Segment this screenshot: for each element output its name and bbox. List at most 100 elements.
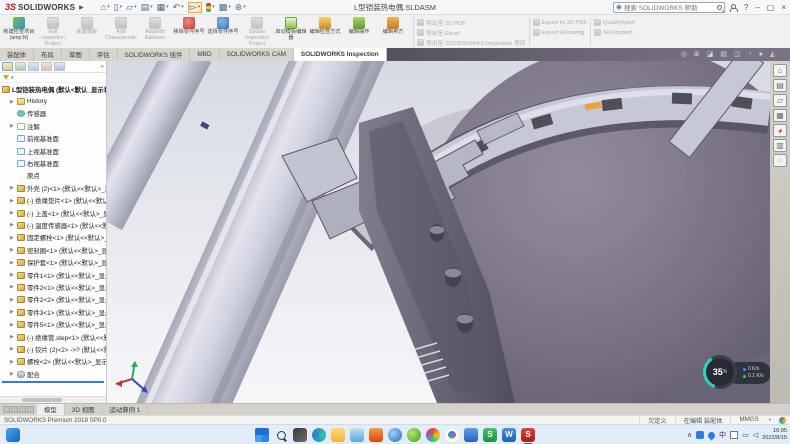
minimize-button[interactable]: – bbox=[755, 3, 759, 12]
network-monitor-overlay[interactable]: 0 K/s 0.1 K/s 35 % bbox=[703, 355, 770, 391]
volume-icon[interactable]: ◁ bbox=[753, 431, 758, 439]
solidworks-app-icon[interactable]: S bbox=[521, 428, 535, 442]
tree-node[interactable]: ▶ 零件2<2> (默认<<默认>_显示状态 bbox=[0, 294, 106, 306]
编辑检查方式[interactable]: 编辑检查方式 bbox=[308, 16, 342, 48]
tree-node[interactable]: ▶ 配合 bbox=[0, 368, 106, 380]
filter-funnel-icon[interactable] bbox=[3, 75, 9, 80]
search-magnifier-icon[interactable] bbox=[717, 5, 722, 10]
cast-display-icon[interactable]: ▭ bbox=[742, 431, 749, 439]
file-explorer-icon[interactable]: ▱ bbox=[773, 94, 787, 107]
home-icon[interactable]: ⌂▾ bbox=[101, 3, 110, 12]
help-button[interactable]: ? bbox=[744, 3, 748, 12]
expand-arrow-icon[interactable]: ▶ bbox=[10, 272, 15, 278]
menu-flyout-arrow-icon[interactable]: ▶ bbox=[79, 4, 84, 11]
display-settings-icon[interactable]: ▩▾ bbox=[219, 3, 231, 12]
feature-tree-tab[interactable] bbox=[2, 62, 13, 71]
Edit Inspection Project[interactable]: Edit Inspection Project bbox=[36, 16, 70, 48]
tree-node[interactable]: ▶ 传感器 bbox=[0, 108, 106, 120]
expand-arrow-icon[interactable]: ▶ bbox=[10, 334, 15, 340]
ime-mode-icon[interactable] bbox=[730, 431, 738, 439]
3D 视图[interactable]: 3D 视图 bbox=[65, 404, 103, 415]
评估[interactable]: 评估 bbox=[90, 48, 118, 61]
expand-arrow-icon[interactable]: ▶ bbox=[10, 371, 15, 377]
tree-node[interactable]: ▶ 右视基准面 bbox=[0, 157, 106, 169]
expand-arrow-icon[interactable]: ▶ bbox=[10, 235, 15, 241]
configuration-manager-tab[interactable] bbox=[28, 62, 39, 71]
open-icon[interactable]: ▱▾ bbox=[126, 3, 136, 12]
SOLIDWORKS Inspection[interactable]: SOLIDWORKS Inspection bbox=[294, 48, 387, 61]
tree-node[interactable]: ▶ 零件5<1> (默认<<默认>_显示状态 bbox=[0, 318, 106, 330]
tree-node[interactable]: ▶ 零件1<1> (默认<<默认>_显示状态 bbox=[0, 269, 106, 281]
expand-arrow-icon[interactable]: ▶ bbox=[10, 284, 15, 290]
布局[interactable]: 布局 bbox=[34, 48, 62, 61]
hide-show-items-icon[interactable]: ◔ bbox=[748, 51, 752, 58]
export-button[interactable]: QualityXpert bbox=[594, 18, 635, 27]
help-search-input[interactable]: ◉ 搜索 SOLIDWORKS 帮助 bbox=[613, 2, 725, 13]
edit-appearance-icon[interactable]: ● bbox=[759, 51, 763, 58]
expand-arrow-icon[interactable]: ▶ bbox=[10, 222, 15, 228]
export-button[interactable]: 导出至 2D PDF bbox=[417, 18, 526, 27]
green-app-icon[interactable] bbox=[407, 428, 421, 442]
undo-icon[interactable]: ↶▾ bbox=[173, 3, 184, 12]
property-manager-tab[interactable] bbox=[15, 62, 26, 71]
tree-node[interactable]: ▶ 上视基准面 bbox=[0, 145, 106, 157]
export-button[interactable]: Export to 3D PDF bbox=[533, 18, 587, 27]
选择零件序号[interactable]: 选择零件序号 bbox=[206, 16, 240, 48]
装配体[interactable]: 装配体 bbox=[0, 48, 34, 61]
新建模板[interactable]: 新建模板 bbox=[70, 16, 104, 48]
SOLIDWORKS 插件[interactable]: SOLIDWORKS 插件 bbox=[118, 48, 191, 61]
tree-node[interactable]: ▶ History bbox=[0, 95, 106, 107]
solidworks-resources-icon[interactable]: ⌂ bbox=[773, 64, 787, 77]
custom-properties-icon[interactable]: ▥ bbox=[773, 139, 787, 152]
tabs-overflow-arrow-icon[interactable]: » bbox=[101, 64, 104, 70]
tree-node[interactable]: ▶ 固定螺栓<1> (默认<<默认>_显示状 bbox=[0, 232, 106, 244]
tree-node[interactable]: ▶ (-) 温度传感器<1> (默认<<默认>_ bbox=[0, 219, 106, 231]
onedrive-tray-icon[interactable] bbox=[696, 431, 704, 439]
expand-arrow-icon[interactable]: ▶ bbox=[10, 260, 15, 266]
search-icon[interactable] bbox=[274, 428, 288, 442]
tree-node[interactable]: ▶ 零件3<1> (默认<<默认>_显示状态 bbox=[0, 306, 106, 318]
SOLIDWORKS CAM[interactable]: SOLIDWORKS CAM bbox=[220, 48, 294, 61]
expand-arrow-icon[interactable]: ▶ bbox=[10, 198, 15, 204]
tree-node[interactable]: ▶ (-) 铰片 (2)<2> ->? (默认<<默认> bbox=[0, 343, 106, 355]
new-document-icon[interactable]: ▯▾ bbox=[114, 3, 122, 12]
view-orientation-icon[interactable]: ▤ bbox=[720, 51, 727, 58]
appearances-icon[interactable]: ◕ bbox=[773, 124, 787, 137]
expand-arrow-icon[interactable]: ▶ bbox=[10, 210, 15, 216]
expand-arrow-icon[interactable]: ▶ bbox=[10, 185, 15, 191]
rebuild-traffic-light-icon[interactable]: ▾ bbox=[206, 3, 215, 12]
options-gear-icon[interactable]: ⊛▾ bbox=[235, 3, 246, 12]
tree-node[interactable]: ▶ 注解 bbox=[0, 120, 106, 132]
tree-horizontal-scrollbar[interactable] bbox=[0, 396, 107, 403]
store-icon[interactable] bbox=[369, 428, 383, 442]
expand-arrow-icon[interactable]: ▶ bbox=[10, 322, 15, 328]
chrome-icon[interactable] bbox=[445, 428, 459, 442]
graphics-viewport[interactable]: 0 K/s 0.1 K/s 35 % bbox=[107, 61, 770, 403]
草图[interactable]: 草图 bbox=[62, 48, 90, 61]
expand-arrow-icon[interactable]: ▶ bbox=[10, 99, 15, 105]
green-s-app-icon[interactable]: S bbox=[483, 428, 497, 442]
export-button[interactable]: Net-Inspect bbox=[594, 28, 635, 37]
tree-node[interactable]: ▶ 密封圈<1> (默认<<默认>_显示状态 bbox=[0, 244, 106, 256]
expand-arrow-icon[interactable]: ▶ bbox=[10, 297, 15, 303]
display-manager-tab[interactable] bbox=[54, 62, 65, 71]
scrollbar-thumb[interactable] bbox=[22, 398, 62, 402]
tree-node[interactable]: ▶ 原点 bbox=[0, 170, 106, 182]
tree-node[interactable]: ▶ (-) 上盖<1> (默认<<默认>_显示状 bbox=[0, 207, 106, 219]
design-library-icon[interactable]: ▤ bbox=[773, 79, 787, 92]
wps-icon[interactable]: W bbox=[502, 428, 516, 442]
Add Characteristic[interactable]: Add Characteristic bbox=[104, 16, 138, 48]
custom-status-icon[interactable] bbox=[779, 417, 786, 424]
rainbow-app-icon[interactable] bbox=[426, 428, 440, 442]
location-icon[interactable] bbox=[707, 430, 717, 440]
expand-arrow-icon[interactable]: ▶ bbox=[10, 309, 15, 315]
编辑卖方[interactable]: 编辑卖方 bbox=[376, 16, 410, 48]
blue-app-icon[interactable] bbox=[464, 428, 478, 442]
task-view-icon[interactable] bbox=[293, 428, 307, 442]
dimxpert-manager-tab[interactable] bbox=[41, 62, 52, 71]
export-button[interactable]: Export eDrawing bbox=[533, 28, 587, 37]
tree-node[interactable]: ▶ (-) 绝缘管.step<1> (默认<<默认> bbox=[0, 331, 106, 343]
taskbar-clock[interactable]: 16:05 2022/8/15 bbox=[762, 428, 787, 442]
mail-icon[interactable] bbox=[350, 428, 364, 442]
tree-node[interactable]: ▶ 零件2<1> (默认<<默认>_显示状态 bbox=[0, 281, 106, 293]
